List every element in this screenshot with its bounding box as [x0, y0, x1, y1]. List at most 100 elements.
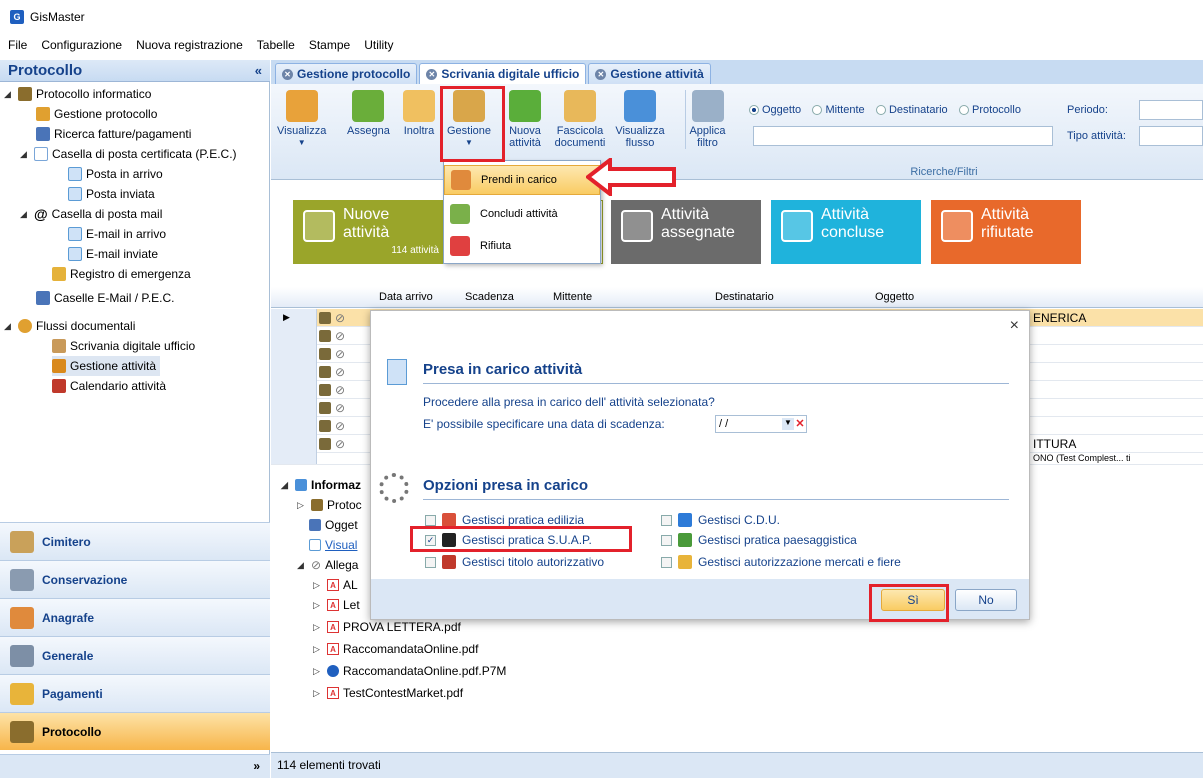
col-scadenza[interactable]: Scadenza — [465, 291, 514, 303]
info-oggetto[interactable]: Ogget — [309, 516, 358, 534]
assegna-button[interactable]: Assegna — [347, 90, 390, 137]
si-button[interactable]: Sì — [881, 589, 945, 611]
checkbox[interactable] — [661, 514, 672, 526]
expand-icon[interactable]: ◢ — [4, 321, 14, 332]
nuova-attivita-button[interactable]: Nuova attività — [505, 90, 545, 149]
tree-item-scrivania[interactable]: Scrivania digitale ufficio — [52, 336, 195, 356]
visualizza-flusso-button[interactable]: Visualizza flusso — [613, 90, 667, 149]
radio-protocollo[interactable]: Protocollo — [959, 104, 1021, 116]
pdf-icon: A — [327, 599, 339, 611]
menu-item-prendi-in-carico[interactable]: Prendi in carico — [444, 165, 600, 195]
nav-generale[interactable]: Generale — [0, 636, 270, 674]
attachment-item[interactable]: ▷ A PROVA LETTERA.pdf — [313, 618, 461, 636]
attachment-item[interactable]: ▷ A AL — [313, 576, 358, 594]
checkbox[interactable] — [661, 534, 672, 546]
attachment-item[interactable]: ▷ RaccomandataOnline.pdf.P7M — [313, 662, 506, 680]
nav-cimitero[interactable]: Cimitero — [0, 522, 270, 560]
expand-nav-button[interactable]: » — [0, 754, 270, 778]
attachment-item[interactable]: ▷ A RaccomandataOnline.pdf — [313, 640, 478, 658]
dropdown-arrow-icon[interactable]: ▼ — [782, 418, 794, 430]
warning-icon — [52, 267, 66, 281]
fascicola-button[interactable]: Fascicola documenti — [555, 90, 605, 149]
gestione-button[interactable]: Gestione ▼ — [447, 90, 491, 149]
radio-oggetto[interactable]: Oggetto — [749, 104, 801, 116]
applica-filtro-button[interactable]: Applica filtro — [685, 90, 726, 149]
tile-nuove-attivita[interactable]: Nuove attività 114 attività — [293, 200, 443, 264]
app-title: GisMaster — [30, 10, 85, 24]
expand-icon[interactable]: ◢ — [20, 149, 30, 160]
info-allegati[interactable]: ◢ ⊘ Allega — [297, 556, 358, 574]
tree-item-posta-inviata[interactable]: Posta inviata — [68, 184, 155, 204]
tree-item-flussi-documentali[interactable]: ◢ Flussi documentali — [4, 316, 135, 336]
collapse-pane-button[interactable]: « — [255, 63, 262, 78]
tree-item-posta-mail[interactable]: ◢ @ Casella di posta mail — [20, 204, 162, 224]
visualizza-button[interactable]: Visualizza ▼ — [277, 90, 326, 149]
close-tab-icon[interactable]: ✕ — [282, 68, 293, 80]
menu-item-concludi-attivita[interactable]: Concludi attività — [444, 199, 600, 229]
menu-item-rifiuta[interactable]: Rifiuta — [444, 231, 600, 261]
completed-icon — [781, 210, 813, 242]
tile-attivita-rifiutate[interactable]: Attività rifiutate — [931, 200, 1081, 264]
tree-item-email-inviate[interactable]: E-mail inviate — [68, 244, 158, 264]
tree-item-calendario[interactable]: Calendario attività — [52, 376, 166, 396]
menu-utility[interactable]: Utility — [364, 38, 393, 52]
tree-item-gestione-attivita[interactable]: Gestione attività — [52, 356, 161, 376]
tipo-attivita-input[interactable] — [1139, 126, 1203, 146]
attachment-item[interactable]: ▷ A TestContestMarket.pdf — [313, 684, 463, 702]
search-input[interactable] — [753, 126, 1053, 146]
tree-item-gestione-protocollo[interactable]: Gestione protocollo — [36, 104, 157, 124]
tree-item-posta-arrivo[interactable]: Posta in arrivo — [68, 164, 163, 184]
nav-protocollo[interactable]: Protocollo — [0, 712, 270, 750]
col-destinatario[interactable]: Destinatario — [715, 291, 774, 303]
tree-item-caselle-email[interactable]: Caselle E-Mail / P.E.C. — [36, 288, 175, 308]
menu-file[interactable]: File — [8, 38, 27, 52]
no-button[interactable]: No — [955, 589, 1017, 611]
menu-tabelle[interactable]: Tabelle — [257, 38, 295, 52]
periodo-input[interactable] — [1139, 100, 1203, 120]
radio-destinatario[interactable]: Destinatario — [875, 104, 948, 116]
col-oggetto[interactable]: Oggetto — [875, 291, 914, 303]
tree-item-email-arrivo[interactable]: E-mail in arrivo — [68, 224, 166, 244]
expand-icon[interactable]: ◢ — [20, 209, 30, 220]
opt-pratica-edilizia[interactable]: Gestisci pratica edilizia — [425, 513, 584, 527]
date-input[interactable]: / / ▼ ✕ — [715, 415, 807, 433]
tree-item-pec[interactable]: ◢ Casella di posta certificata (P.E.C.) — [20, 144, 237, 164]
col-data-arrivo[interactable]: Data arrivo — [379, 291, 433, 303]
checkbox[interactable]: ✓ — [425, 534, 436, 546]
checkbox[interactable] — [661, 556, 672, 568]
tree-item-protocollo-informatico[interactable]: ◢ Protocollo informatico — [4, 84, 151, 104]
section-title-opzioni: Opzioni presa in carico — [423, 477, 589, 494]
nav-anagrafe[interactable]: Anagrafe — [0, 598, 270, 636]
tab-gestione-attivita[interactable]: ✕ Gestione attività — [588, 63, 711, 84]
checkbox[interactable] — [425, 514, 436, 526]
radio-mittente[interactable]: Mittente — [812, 104, 865, 116]
close-dialog-button[interactable]: × — [1010, 317, 1019, 335]
col-mittente[interactable]: Mittente — [553, 291, 592, 303]
info-root[interactable]: ◢ Informaz — [281, 476, 361, 494]
tree-item-ricerca-fatture[interactable]: Ricerca fatture/pagamenti — [36, 124, 191, 144]
nav-conservazione[interactable]: Conservazione — [0, 560, 270, 598]
tree-item-registro-emergenza[interactable]: Registro di emergenza — [52, 264, 191, 284]
tab-scrivania-digitale[interactable]: ✕ Scrivania digitale ufficio — [419, 63, 587, 84]
info-protocollo[interactable]: ▷ Protoc — [297, 496, 362, 514]
opt-cdu[interactable]: Gestisci C.D.U. — [661, 513, 780, 527]
menu-configurazione[interactable]: Configurazione — [41, 38, 122, 52]
info-visualizza-link[interactable]: Visual — [309, 536, 357, 554]
close-tab-icon[interactable]: ✕ — [426, 68, 438, 80]
tab-gestione-protocollo[interactable]: ✕ Gestione protocollo — [275, 63, 418, 84]
opt-pratica-suap[interactable]: ✓ Gestisci pratica S.U.A.P. — [425, 533, 592, 547]
nav-pagamenti[interactable]: Pagamenti — [0, 674, 270, 712]
clear-date-icon[interactable]: ✕ — [794, 418, 806, 430]
opt-mercati-fiere[interactable]: Gestisci autorizzazione mercati e fiere — [661, 555, 901, 569]
opt-titolo-autorizzativo[interactable]: Gestisci titolo autorizzativo — [425, 555, 604, 569]
inoltra-button[interactable]: Inoltra — [403, 90, 435, 137]
opt-pratica-paesaggistica[interactable]: Gestisci pratica paesaggistica — [661, 533, 857, 547]
expand-icon[interactable]: ◢ — [4, 89, 14, 100]
close-tab-icon[interactable]: ✕ — [595, 68, 607, 80]
attachment-item[interactable]: ▷ A Let — [313, 596, 360, 614]
checkbox[interactable] — [425, 556, 436, 568]
menu-nuova-registrazione[interactable]: Nuova registrazione — [136, 38, 243, 52]
tile-attivita-concluse[interactable]: Attività concluse — [771, 200, 921, 264]
tile-attivita-assegnate[interactable]: Attività assegnate — [611, 200, 761, 264]
menu-stampe[interactable]: Stampe — [309, 38, 350, 52]
